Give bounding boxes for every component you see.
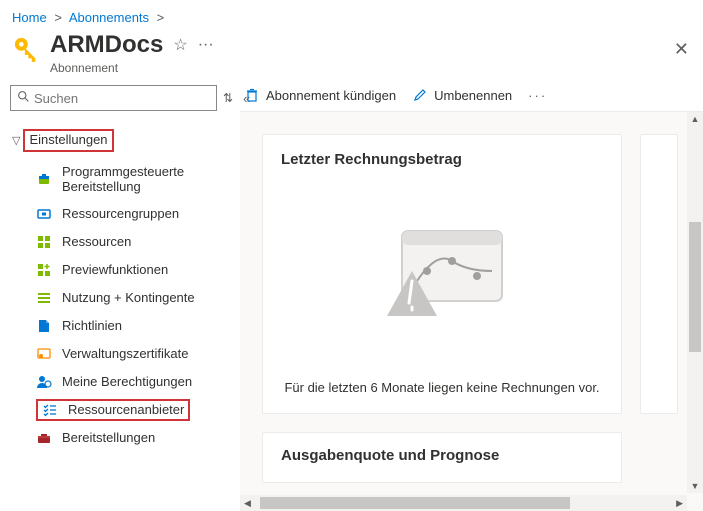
forecast-card: Ausgabenquote und Prognose bbox=[262, 432, 622, 483]
chevron-right-icon: > bbox=[54, 10, 62, 25]
page-subtitle: Abonnement bbox=[50, 61, 691, 75]
nav-item-policies[interactable]: Richtlinien bbox=[0, 312, 240, 340]
nav-item-preview-features[interactable]: Previewfunktionen bbox=[0, 256, 240, 284]
card-title: Ausgabenquote und Prognose bbox=[281, 447, 603, 464]
vertical-scrollbar[interactable]: ▲ ▼ bbox=[687, 112, 703, 493]
certificate-icon bbox=[36, 346, 52, 362]
resource-groups-icon bbox=[36, 206, 52, 222]
page-header: ARMDocs ☆ ··· Abonnement ✕ bbox=[0, 31, 703, 81]
command-bar: Abonnement kündigen Umbenennen ··· bbox=[240, 81, 703, 112]
chevron-down-icon: ▽ bbox=[12, 134, 20, 147]
resources-grid-icon bbox=[36, 234, 52, 250]
nav-item-resources[interactable]: Ressourcen bbox=[0, 228, 240, 256]
rename-button[interactable]: Umbenennen bbox=[412, 87, 512, 103]
sidebar: ⇅ « ▽ Einstellungen Programmgesteuerte B… bbox=[0, 81, 240, 511]
nav-item-label: Nutzung + Kontingente bbox=[62, 290, 195, 305]
nav-item-programmatic-deployment[interactable]: Programmgesteuerte Bereitstellung bbox=[0, 158, 240, 200]
breadcrumb-home[interactable]: Home bbox=[12, 10, 47, 25]
nav-item-label: Richtlinien bbox=[62, 318, 122, 333]
page-title: ARMDocs bbox=[50, 31, 163, 59]
nav-group-settings[interactable]: ▽ Einstellungen bbox=[0, 119, 240, 158]
scroll-down-icon[interactable]: ▼ bbox=[687, 481, 703, 491]
permissions-person-icon bbox=[36, 374, 52, 390]
cmd-label: Abonnement kündigen bbox=[266, 88, 396, 103]
scroll-up-icon[interactable]: ▲ bbox=[687, 114, 703, 124]
search-icon bbox=[17, 90, 30, 106]
scrollbar-thumb[interactable] bbox=[260, 497, 570, 509]
empty-billing-illustration bbox=[281, 180, 603, 372]
commandbar-more-icon[interactable]: ··· bbox=[528, 88, 547, 103]
search-input[interactable] bbox=[34, 91, 210, 106]
nav-item-label: Programmgesteuerte Bereitstellung bbox=[62, 164, 230, 194]
scrollbar-thumb[interactable] bbox=[689, 222, 701, 352]
usage-list-icon bbox=[36, 290, 52, 306]
sort-toggle-icon[interactable]: ⇅ bbox=[223, 91, 233, 105]
close-icon[interactable]: ✕ bbox=[674, 39, 689, 60]
nav-item-resource-providers[interactable]: Ressourcenanbieter bbox=[0, 396, 240, 424]
nav-item-label: Previewfunktionen bbox=[62, 262, 168, 277]
nav-item-label: Ressourcenanbieter bbox=[68, 402, 184, 417]
sidebar-search[interactable] bbox=[10, 85, 217, 111]
horizontal-scrollbar[interactable]: ◀ ▶ bbox=[240, 495, 687, 511]
pencil-icon bbox=[412, 87, 428, 103]
header-more-icon[interactable]: ··· bbox=[198, 36, 214, 54]
nav-item-label: Meine Berechtigungen bbox=[62, 374, 192, 389]
deployments-toolbox-icon bbox=[36, 430, 52, 446]
scroll-right-icon[interactable]: ▶ bbox=[676, 495, 683, 511]
providers-checklist-icon bbox=[42, 402, 58, 418]
chevron-right-icon: > bbox=[157, 10, 165, 25]
nav-item-resource-groups[interactable]: Ressourcengruppen bbox=[0, 200, 240, 228]
empty-billing-message: Für die letzten 6 Monate liegen keine Re… bbox=[281, 380, 603, 395]
next-card-peek bbox=[640, 134, 678, 414]
favorite-star-icon[interactable]: ☆ bbox=[173, 35, 187, 55]
nav-item-label: Verwaltungszertifikate bbox=[62, 346, 188, 361]
scroll-left-icon[interactable]: ◀ bbox=[244, 495, 251, 511]
nav-item-my-permissions[interactable]: Meine Berechtigungen bbox=[0, 368, 240, 396]
nav-item-deployments[interactable]: Bereitstellungen bbox=[0, 424, 240, 452]
cmd-label: Umbenennen bbox=[434, 88, 512, 103]
nav-item-label: Bereitstellungen bbox=[62, 430, 155, 445]
content-scroll-area: Letzter Rechnungsbetrag bbox=[240, 112, 703, 511]
policy-doc-icon bbox=[36, 318, 52, 334]
breadcrumb-subscriptions[interactable]: Abonnements bbox=[69, 10, 149, 25]
trash-icon bbox=[244, 87, 260, 103]
preview-plus-icon bbox=[36, 262, 52, 278]
bag-icon bbox=[36, 171, 52, 187]
cancel-subscription-button[interactable]: Abonnement kündigen bbox=[244, 87, 396, 103]
nav-item-label: Ressourcengruppen bbox=[62, 206, 179, 221]
last-billing-card: Letzter Rechnungsbetrag bbox=[262, 134, 622, 414]
breadcrumb: Home > Abonnements > bbox=[0, 0, 703, 31]
content-pane: Abonnement kündigen Umbenennen ··· Letzt… bbox=[240, 81, 703, 511]
nav-group-label: Einstellungen bbox=[23, 129, 113, 152]
nav-item-management-certificates[interactable]: Verwaltungszertifikate bbox=[0, 340, 240, 368]
key-icon bbox=[12, 35, 40, 63]
card-title: Letzter Rechnungsbetrag bbox=[281, 151, 603, 168]
nav-item-usage-quotas[interactable]: Nutzung + Kontingente bbox=[0, 284, 240, 312]
sidebar-nav: ▽ Einstellungen Programmgesteuerte Berei… bbox=[0, 119, 240, 511]
nav-item-label: Ressourcen bbox=[62, 234, 131, 249]
